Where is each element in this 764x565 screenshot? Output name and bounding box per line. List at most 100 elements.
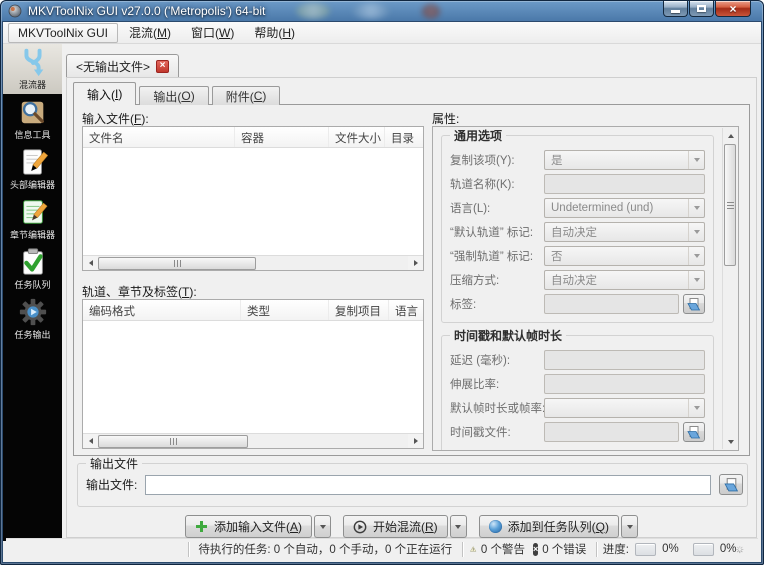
fix-timing-label: 修正码流计时信息 — [467, 448, 559, 450]
start-muxing-menu-button[interactable] — [449, 515, 467, 538]
timestamp-file-browse-button[interactable] — [683, 422, 705, 442]
input-files-table[interactable]: 文件名 容器 文件大小 目录 — [82, 126, 424, 271]
properties-label: 属性: — [432, 112, 460, 126]
sidebar-item-info-tool[interactable]: 信息工具 — [3, 94, 62, 144]
scroll-right-button[interactable] — [408, 256, 423, 270]
chevron-down-icon — [319, 524, 326, 529]
scroll-left-button[interactable] — [83, 434, 98, 448]
sidebar-item-label: 头部编辑器 — [9, 180, 55, 190]
col-codec[interactable]: 编码格式 — [83, 300, 241, 320]
col-file-size[interactable]: 文件大小 — [329, 127, 385, 147]
add-to-job-queue-button[interactable]: 添加到任务队列(Q) — [478, 515, 620, 538]
merge-tab-bar: <无输出文件> × — [66, 54, 180, 77]
output-file-group: 输出文件 输出文件: — [77, 455, 748, 507]
minimize-button[interactable] — [663, 1, 688, 17]
col-container[interactable]: 容器 — [235, 127, 329, 147]
col-directory[interactable]: 目录 — [385, 127, 423, 147]
add-source-files-button[interactable]: 添加输入文件(A) — [184, 515, 312, 538]
menu-help[interactable]: 帮助(H) — [245, 22, 304, 43]
copy-item-label: 复制该项(Y): — [450, 155, 515, 167]
scroll-thumb[interactable] — [98, 257, 256, 270]
timestamp-file-label: 时间戳文件: — [450, 427, 511, 439]
scroll-thumb[interactable] — [724, 144, 736, 266]
language-combo[interactable]: Undetermined (und) — [544, 198, 705, 218]
copy-item-combo[interactable]: 是 — [544, 150, 705, 170]
merge-tab-title: <无输出文件> — [76, 59, 151, 74]
stretch-field[interactable] — [544, 374, 705, 394]
maximize-button[interactable] — [689, 1, 714, 17]
busy-spinner-icon — [736, 545, 744, 553]
titlebar[interactable]: MKVToolNix GUI v27.0.0 ('Metropolis') 64… — [0, 0, 764, 22]
scroll-down-button[interactable] — [723, 434, 738, 449]
sidebar-item-label: 章节编辑器 — [9, 230, 55, 240]
error-icon: × — [532, 542, 539, 556]
sidebar-item-header-editor[interactable]: 头部编辑器 — [3, 144, 62, 194]
default-duration-combo[interactable] — [544, 398, 705, 418]
col-language[interactable]: 语言 — [389, 300, 423, 320]
header-editor-icon — [22, 149, 48, 175]
glass-reflection — [352, 3, 390, 19]
merge-tab[interactable]: <无输出文件> × — [66, 54, 180, 77]
tab-attachments[interactable]: 附件(C) — [211, 86, 281, 105]
chevron-down-icon — [688, 199, 704, 217]
pending-jobs-status: 待执行的任务: 0 个自动，0 个手动，0 个正在运行 — [198, 544, 453, 556]
sidebar-item-job-output[interactable]: 任务输出 — [3, 294, 62, 344]
browse-file-icon — [723, 477, 738, 491]
start-muxing-button[interactable]: 开始混流(R) — [343, 515, 448, 538]
language-label: 语言(L): — [450, 203, 491, 215]
compression-combo[interactable]: 自动决定 — [544, 270, 705, 290]
tab-output[interactable]: 输出(O) — [139, 86, 209, 105]
window-body: MKVToolNix GUI 混流(M) 窗口(W) 帮助(H) 混流器 信息工… — [3, 22, 761, 562]
tab-input[interactable]: 输入(I) — [73, 82, 137, 105]
col-copy-item[interactable]: 复制项目 — [329, 300, 389, 320]
forced-track-flag-combo[interactable]: 否 — [544, 246, 705, 266]
maximize-icon — [697, 5, 706, 12]
sidebar-item-label: 信息工具 — [14, 130, 51, 140]
timestamp-file-field[interactable] — [544, 422, 679, 442]
fix-timing-checkbox[interactable] — [450, 450, 462, 451]
action-buttons-row: 添加输入文件(A) 开始混流(R) 添加到任务队列(Q) — [67, 515, 756, 538]
properties-vscrollbar[interactable] — [722, 128, 737, 449]
add-to-job-queue-menu-button[interactable] — [621, 515, 639, 538]
queue-icon — [488, 520, 502, 533]
tags-field[interactable] — [544, 294, 679, 314]
sidebar-item-label: 混流器 — [18, 80, 46, 90]
menu-mkvtoolnix-gui[interactable]: MKVToolNix GUI — [8, 22, 119, 43]
mkvtoolnix-window: MKVToolNix GUI v27.0.0 ('Metropolis') 64… — [0, 0, 764, 565]
chevron-down-icon — [626, 524, 633, 529]
close-button[interactable]: × — [715, 1, 751, 17]
menu-merge[interactable]: 混流(M) — [120, 22, 180, 43]
properties-panel: 通用选项 复制该项(Y): 是 轨道名称(K): 语言(L): Undeterm… — [432, 126, 739, 451]
delay-field[interactable] — [544, 350, 705, 370]
track-name-field[interactable] — [544, 174, 705, 194]
tracks-table[interactable]: 编码格式 类型 复制项目 语言 — [82, 299, 424, 449]
scroll-right-button[interactable] — [408, 434, 423, 448]
scroll-up-button[interactable] — [723, 128, 738, 143]
tracks-header: 编码格式 类型 复制项目 语言 — [83, 300, 423, 321]
chevron-down-icon — [688, 223, 704, 241]
sidebar-item-job-queue[interactable]: 任务队列 — [3, 244, 62, 294]
menu-window[interactable]: 窗口(W) — [182, 22, 243, 43]
scroll-left-button[interactable] — [83, 256, 98, 270]
input-tab-content: 输入文件(F): 文件名 容器 文件大小 目录 轨道、章节及标签(T): 编码格… — [73, 104, 750, 456]
add-source-files-menu-button[interactable] — [314, 515, 331, 538]
sidebar-item-merge-tool[interactable]: 混流器 — [3, 44, 62, 94]
sidebar-item-chapter-editor[interactable]: 章节编辑器 — [3, 194, 62, 244]
output-browse-button[interactable] — [719, 474, 743, 495]
col-type[interactable]: 类型 — [241, 300, 329, 320]
tab-close-button[interactable]: × — [156, 59, 170, 73]
chapter-editor-icon — [22, 200, 47, 224]
col-file-name[interactable]: 文件名 — [83, 127, 235, 147]
output-file-field[interactable] — [145, 474, 711, 495]
browse-file-icon — [687, 425, 701, 438]
tracks-hscrollbar[interactable] — [83, 433, 423, 448]
tags-browse-button[interactable] — [683, 294, 705, 314]
scroll-thumb[interactable] — [98, 435, 248, 448]
plus-icon — [195, 521, 207, 532]
job-queue-icon — [22, 248, 43, 275]
merge-page: 输入(I) 输出(O) 附件(C) 输入文件(F): 文件名 容器 文件大小 目… — [66, 77, 757, 538]
default-track-flag-combo[interactable]: 自动决定 — [544, 222, 705, 242]
forced-track-flag-label: “强制轨道” 标记: — [450, 251, 534, 263]
files-hscrollbar[interactable] — [83, 255, 423, 270]
statusbar: 待执行的任务: 0 个自动，0 个手动，0 个正在运行 0 个警告 × 0 个错… — [6, 538, 758, 559]
